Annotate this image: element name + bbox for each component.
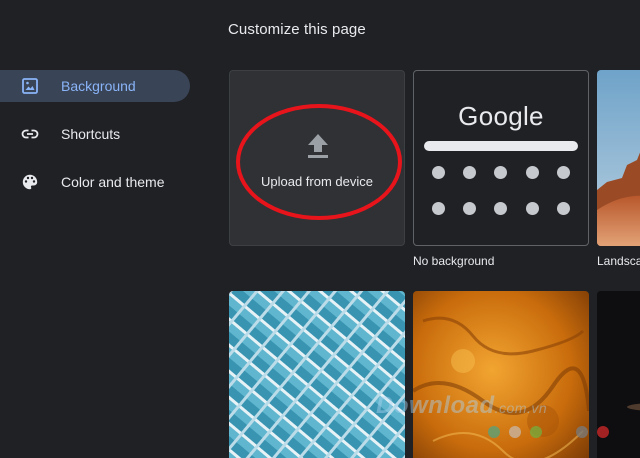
architecture-tile[interactable] [229,291,405,458]
shortcut-dot [557,202,570,215]
no-background-label: No background [413,254,495,268]
dark-tile[interactable] [597,291,640,458]
sidebar-item-color-and-theme[interactable]: Color and theme [0,166,190,198]
landscape-collection-tile[interactable] [597,70,640,246]
dark-thumbnail [597,291,640,458]
shortcut-dot [526,166,539,179]
sidebar-item-background[interactable]: Background [0,70,190,102]
texture-thumbnail [413,291,589,458]
sidebar-item-label: Background [61,78,136,94]
palette-icon [22,174,38,190]
shortcut-dot [526,202,539,215]
google-logo: Google [458,101,544,131]
shortcut-dot [494,166,507,179]
shortcut-dot [557,166,570,179]
upload-label: Upload from device [261,174,373,189]
sidebar: Background Shortcuts Color and theme [0,70,190,214]
sidebar-item-shortcuts[interactable]: Shortcuts [0,118,190,150]
no-background-tile[interactable]: Google [413,70,589,246]
shortcut-dot [463,202,476,215]
shortcut-dot [432,166,445,179]
image-icon [22,78,38,94]
architecture-thumbnail [229,291,405,458]
sidebar-item-label: Color and theme [61,174,165,190]
shortcut-dot [463,166,476,179]
upload-icon [308,134,328,158]
dialog-title: Customize this page [228,21,366,38]
upload-from-device-tile[interactable]: Upload from device [229,70,405,246]
shortcut-dot [494,202,507,215]
texture-tile[interactable] [413,291,589,458]
link-icon [21,129,39,139]
sidebar-item-label: Shortcuts [61,126,121,142]
landscape-thumbnail [597,70,640,246]
landscape-label: Landsca [597,254,640,268]
search-bar-preview [424,141,578,151]
shortcut-dot [432,202,445,215]
